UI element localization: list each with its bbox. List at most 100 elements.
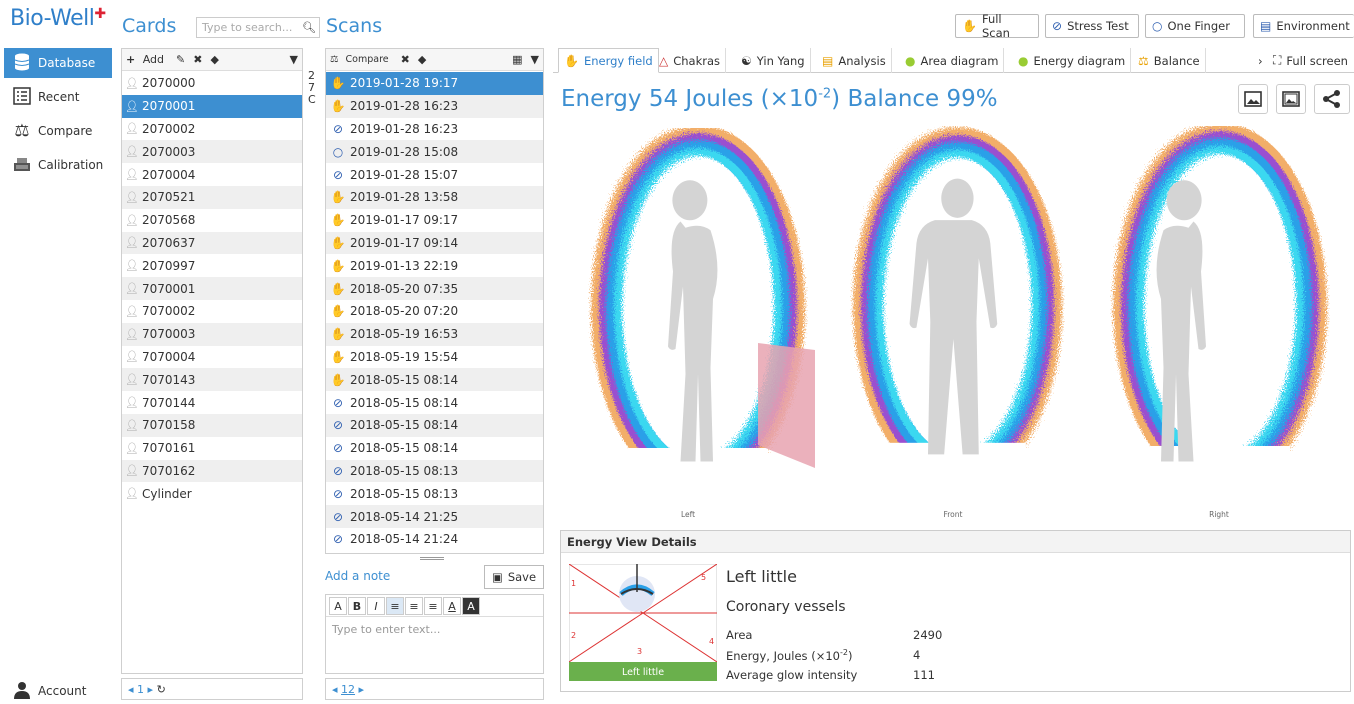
page-number[interactable]: 1 — [137, 683, 144, 696]
card-id: 2070521 — [142, 190, 196, 205]
align-center-icon[interactable]: ≡ — [405, 597, 423, 615]
cards-list: 👤︎ 2070000 👤︎ 2070001 👤︎ 2070002 👤︎ 2070003 👤︎ 20… — [122, 72, 302, 552]
compare-button[interactable]: ⚖ Compare — [330, 54, 393, 65]
scan-row[interactable]: ✋ 2018-05-15 08:14 — [326, 368, 543, 392]
stress-test-button[interactable]: ⊘ Stress Test — [1045, 14, 1139, 38]
tab-balance[interactable]: ⚖ Balance — [1133, 48, 1206, 73]
align-left-icon[interactable]: ≡ — [386, 597, 404, 615]
tab-energy-diagram[interactable]: ● Energy diagram — [1013, 48, 1132, 73]
scan-row[interactable]: ✋ 2019-01-17 09:17 — [326, 209, 543, 232]
scan-date: 2019-01-28 16:23 — [350, 121, 459, 136]
resize-handle[interactable] — [420, 557, 444, 560]
next-page-icon[interactable]: ▸ — [359, 683, 365, 696]
tabs-scroll-right[interactable]: › — [1253, 48, 1268, 73]
card-row[interactable]: 👤︎ 7070002 — [122, 300, 302, 323]
tab-area-diagram[interactable]: ● Area diagram — [900, 48, 1005, 73]
sidebar-item-compare[interactable]: ⚖ Compare — [4, 116, 112, 146]
image-frame-button[interactable] — [1276, 84, 1306, 114]
filter-icon[interactable]: ▼ — [290, 53, 298, 66]
scan-row[interactable]: ⊘ 2018-05-15 08:14 — [326, 437, 543, 460]
card-row[interactable]: 👤︎ 2070003 — [122, 140, 302, 164]
account-button[interactable]: Account — [4, 680, 112, 702]
card-row[interactable]: 👤︎ 2070001 — [122, 94, 302, 118]
save-button[interactable]: ▣ Save — [484, 565, 544, 589]
sidebar-item-database[interactable]: Database — [4, 48, 112, 78]
scan-row[interactable]: ✋ 2018-05-19 15:54 — [326, 346, 543, 369]
scan-row[interactable]: ✋ 2019-01-13 22:19 — [326, 254, 543, 277]
scan-row[interactable]: ⊘ 2018-05-15 08:14 — [326, 391, 543, 414]
sidebar-item-calibration[interactable]: Calibration — [4, 150, 112, 180]
card-row[interactable]: 👤︎ 7070001 — [122, 277, 302, 300]
delete-icon[interactable]: ✖ — [193, 53, 202, 66]
card-row[interactable]: 👤︎ 7070158 — [122, 414, 302, 437]
card-row[interactable]: 👤︎ Cylinder — [122, 482, 302, 505]
prev-page-icon[interactable]: ◂ — [128, 683, 134, 696]
card-row[interactable]: 👤︎ 2070000 — [122, 72, 302, 95]
font-icon[interactable]: A — [329, 597, 347, 615]
scan-row[interactable]: ⊘ 2019-01-28 15:07 — [326, 163, 543, 186]
full-scan-button[interactable]: ✋ Full Scan — [955, 12, 1039, 40]
user-icon: 👤︎ — [125, 259, 139, 273]
tag-icon[interactable]: ◆ — [418, 53, 426, 66]
tab-yin-yang[interactable]: ☯ Yin Yang — [736, 48, 811, 73]
card-row[interactable]: 👤︎ 2070004 — [122, 163, 302, 186]
card-row[interactable]: 👤︎ 7070162 — [122, 459, 302, 483]
calendar-icon[interactable]: ▦ — [512, 53, 522, 66]
page-number[interactable]: 12 — [341, 683, 355, 696]
card-row[interactable]: 👤︎ 7070143 — [122, 368, 302, 392]
card-id: 2070997 — [142, 258, 196, 273]
card-row[interactable]: 👤︎ 7070003 — [122, 322, 302, 346]
card-row[interactable]: 👤︎ 2070997 — [122, 254, 302, 277]
body-right — [1156, 180, 1206, 462]
search-icon[interactable]: 🔍︎ — [302, 18, 316, 37]
view-tabs: ✋ Energy field △ Chakras ☯ Yin Yang ▤ Analys… — [553, 48, 1354, 73]
delete-icon[interactable]: ✖ — [401, 53, 410, 66]
tab-chakras[interactable]: △ Chakras — [654, 48, 727, 73]
card-row[interactable]: 👤︎ 7070004 — [122, 346, 302, 369]
tab-energy-field[interactable]: ✋ Energy field — [558, 48, 659, 73]
align-right-icon[interactable]: ≡ — [424, 597, 442, 615]
refresh-icon[interactable]: ↻ — [157, 683, 166, 696]
edit-icon[interactable]: ✎ — [176, 53, 185, 66]
scan-row[interactable]: ⊘ 2018-05-14 21:25 — [326, 505, 543, 528]
next-page-icon[interactable]: ▸ — [148, 683, 154, 696]
card-row[interactable]: 👤︎ 2070637 — [122, 231, 302, 255]
add-note-link[interactable]: Add a note — [325, 569, 390, 583]
share-button[interactable] — [1314, 84, 1350, 114]
highlight-icon[interactable]: A — [462, 597, 480, 615]
tag-icon[interactable]: ◆ — [210, 53, 218, 66]
scan-row[interactable]: ⊘ 2018-05-14 21:24 — [326, 528, 543, 551]
text-color-icon[interactable]: A — [443, 597, 461, 615]
scan-row[interactable]: ✋ 2019-01-28 16:23 — [326, 94, 543, 118]
card-row[interactable]: 👤︎ 7070144 — [122, 391, 302, 414]
note-textarea[interactable]: Type to enter text... — [326, 617, 543, 642]
scan-row[interactable]: ✋ 2018-05-20 07:35 — [326, 277, 543, 300]
add-card-button[interactable]: + Add — [126, 53, 168, 66]
environment-button[interactable]: ▤ Environment — [1253, 14, 1354, 38]
prev-page-icon[interactable]: ◂ — [332, 683, 338, 696]
scan-row[interactable]: ✋ 2019-01-28 13:58 — [326, 186, 543, 209]
one-finger-button[interactable]: ○ One Finger — [1145, 14, 1245, 38]
scan-row[interactable]: ✋ 2019-01-17 09:14 — [326, 231, 543, 255]
card-row[interactable]: 👤︎ 2070568 — [122, 209, 302, 232]
scan-row[interactable]: ✋ 2019-01-28 19:17 — [326, 72, 543, 95]
image-button[interactable] — [1238, 84, 1268, 114]
scan-row[interactable]: ⊘ 2018-05-15 08:14 — [326, 414, 543, 437]
bold-icon[interactable]: B — [348, 597, 366, 615]
cards-search-input[interactable]: Type to search... 🔍︎ — [196, 17, 320, 38]
scan-row[interactable]: ○ 2019-01-28 15:08 — [326, 140, 543, 164]
scan-row[interactable]: ⊘ 2019-01-28 16:23 — [326, 118, 543, 141]
scan-row[interactable]: ⊘ 2018-05-15 08:13 — [326, 482, 543, 505]
sidebar-item-recent[interactable]: Recent — [4, 82, 112, 112]
card-id: 2070004 — [142, 167, 196, 182]
card-row[interactable]: 👤︎ 7070161 — [122, 437, 302, 460]
card-row[interactable]: 👤︎ 2070521 — [122, 186, 302, 209]
scan-row[interactable]: ✋ 2018-05-20 07:20 — [326, 300, 543, 323]
scan-row[interactable]: ⊘ 2018-05-15 08:13 — [326, 459, 543, 483]
italic-icon[interactable]: I — [367, 597, 385, 615]
scan-row[interactable]: ✋ 2018-05-19 16:53 — [326, 322, 543, 346]
card-row[interactable]: 👤︎ 2070002 — [122, 118, 302, 141]
filter-icon[interactable]: ▼ — [531, 53, 539, 66]
tab-analysis[interactable]: ▤ Analysis — [817, 48, 892, 73]
full-screen-button[interactable]: ⛶ Full screen — [1268, 48, 1353, 73]
